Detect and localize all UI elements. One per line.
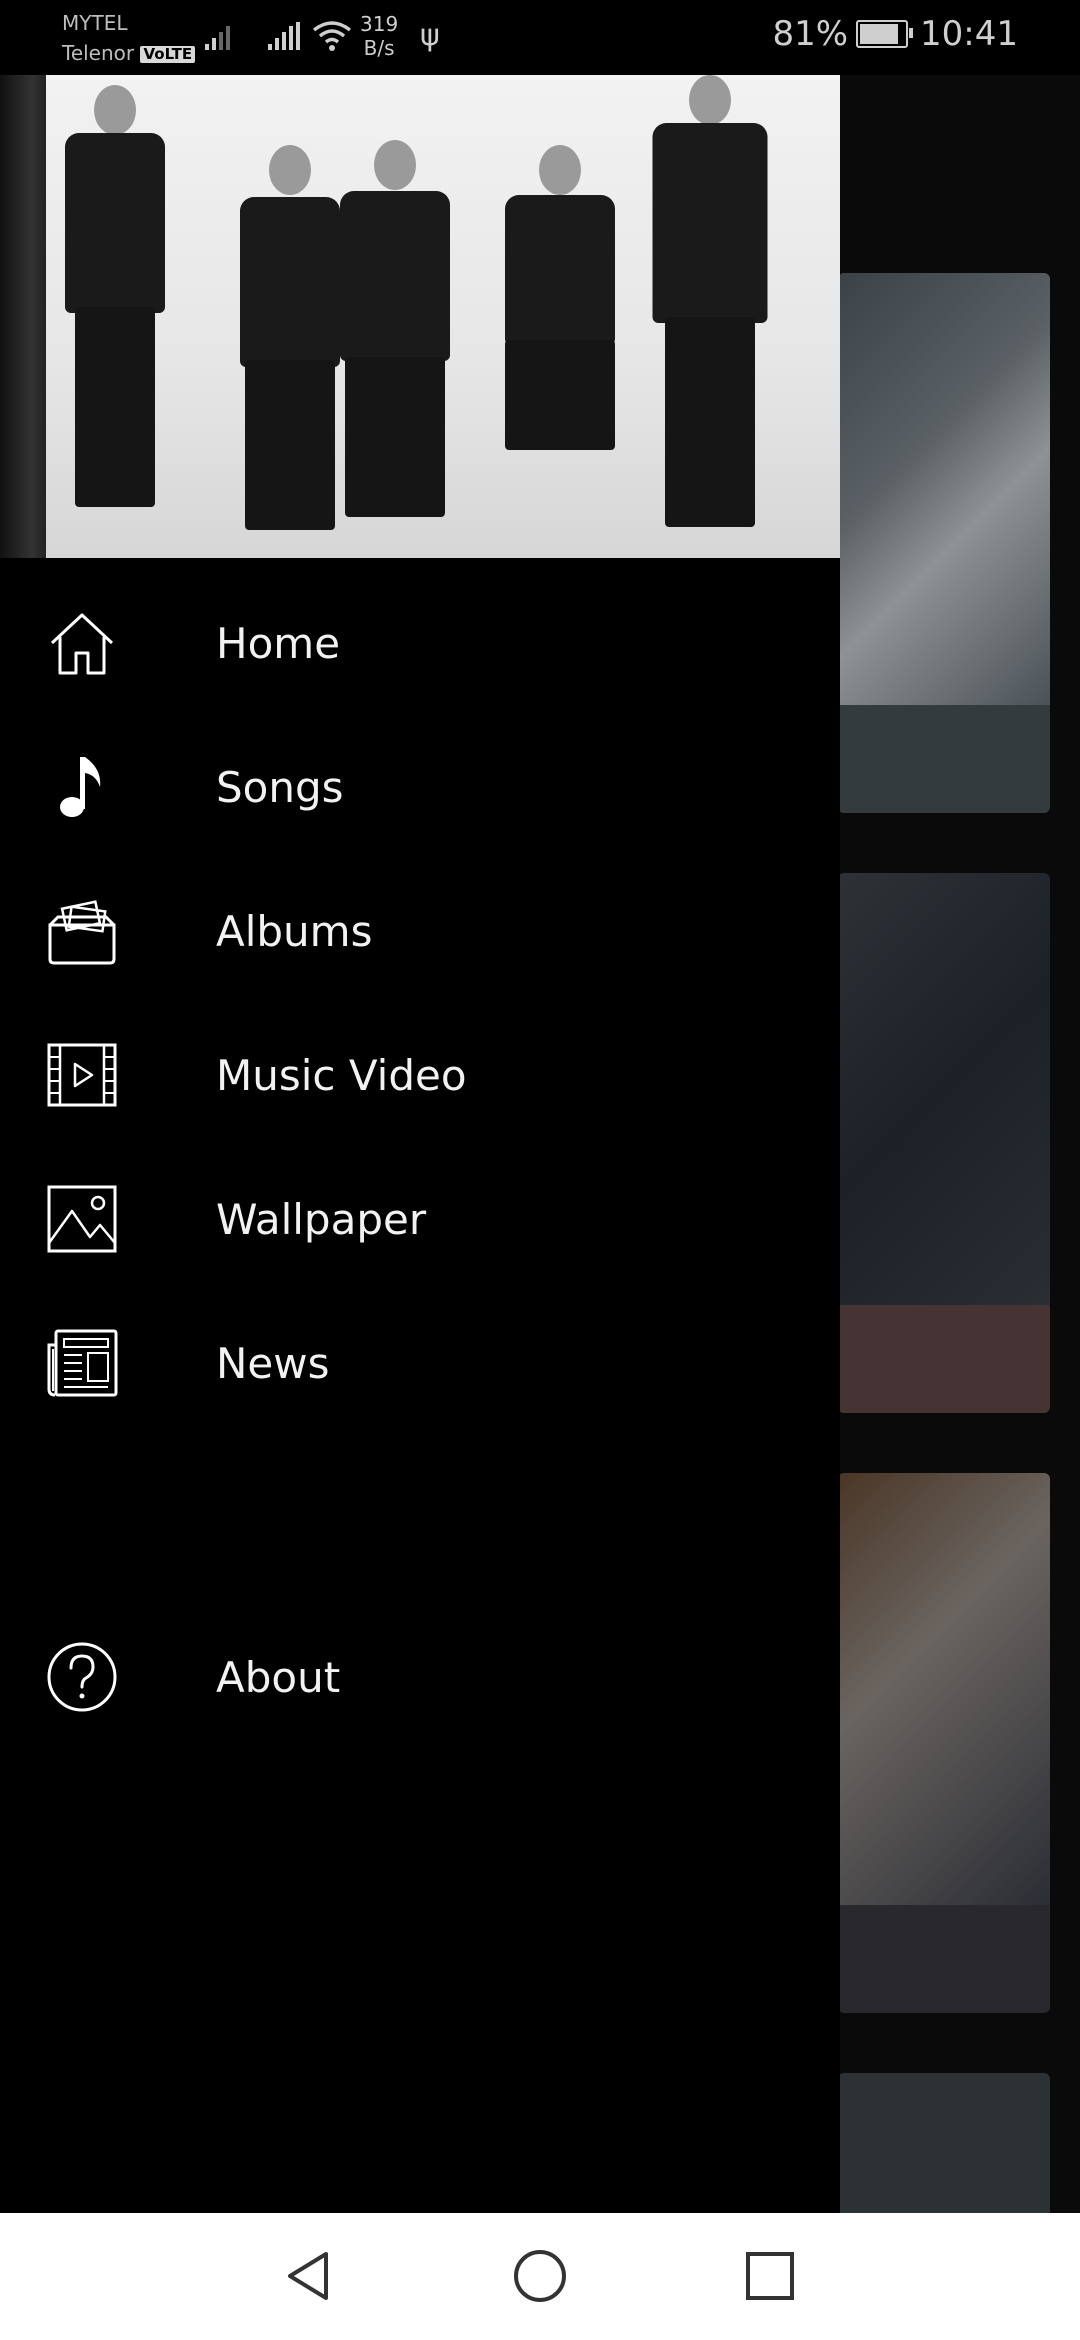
menu-item-wallpaper[interactable]: Wallpaper — [0, 1149, 840, 1289]
help-icon — [47, 1642, 117, 1712]
wallpaper-card[interactable] — [838, 273, 1050, 813]
menu-label-about: About — [216, 1653, 341, 1702]
menu-label-wallpaper: Wallpaper — [216, 1195, 427, 1244]
wifi-icon — [312, 21, 352, 51]
menu-item-albums[interactable]: Albums — [0, 861, 840, 1001]
menu-label-songs: Songs — [216, 763, 344, 812]
wallpaper-card[interactable] — [838, 873, 1050, 1413]
home-circle-icon[interactable] — [510, 2246, 570, 2306]
image-icon — [47, 1185, 117, 1253]
drawer-header-image — [0, 75, 840, 558]
menu-label-news: News — [216, 1339, 330, 1388]
system-navigation-bar — [0, 2213, 1080, 2340]
recents-icon[interactable] — [740, 2246, 800, 2306]
screen: MYTEL Telenor VoLTE 319 B/s ψ 81% 10:41 — [0, 0, 1080, 2340]
signal-icon-2 — [268, 22, 302, 50]
carrier-2: Telenor — [62, 41, 135, 65]
carrier-info: MYTEL Telenor VoLTE — [62, 8, 196, 68]
battery-icon — [856, 20, 914, 48]
carrier-1: MYTEL — [62, 11, 128, 35]
wallpaper-card[interactable] — [838, 2073, 1050, 2213]
signal-icon-1 — [205, 22, 235, 50]
status-bar: MYTEL Telenor VoLTE 319 B/s ψ 81% 10:41 — [0, 0, 1080, 75]
menu-item-songs[interactable]: Songs — [0, 717, 840, 857]
albums-icon — [48, 900, 116, 965]
menu-label-music-video: Music Video — [216, 1051, 467, 1100]
clock: 10:41 — [920, 14, 1018, 54]
menu-item-home[interactable]: Home — [0, 573, 840, 713]
menu-item-music-video[interactable]: Music Video — [0, 1005, 840, 1145]
home-icon — [50, 613, 114, 675]
battery-percent: 81% — [772, 14, 849, 54]
back-icon[interactable] — [280, 2246, 340, 2306]
wallpaper-card[interactable] — [838, 1473, 1050, 2013]
menu-item-news[interactable]: News — [0, 1293, 840, 1433]
menu-label-home: Home — [216, 619, 341, 668]
music-note-icon — [60, 757, 101, 817]
menu-item-about[interactable]: About — [0, 1607, 840, 1747]
status-right: 81% 10:41 — [772, 14, 1018, 54]
volte-badge: VoLTE — [140, 46, 196, 63]
newspaper-icon — [47, 1329, 118, 1397]
usb-icon: ψ — [420, 18, 440, 53]
navigation-drawer: Home Songs Albums Music Video Wallpaper … — [0, 75, 840, 2213]
video-icon — [47, 1043, 117, 1107]
menu-label-albums: Albums — [216, 907, 373, 956]
network-speed: 319 B/s — [360, 12, 399, 60]
